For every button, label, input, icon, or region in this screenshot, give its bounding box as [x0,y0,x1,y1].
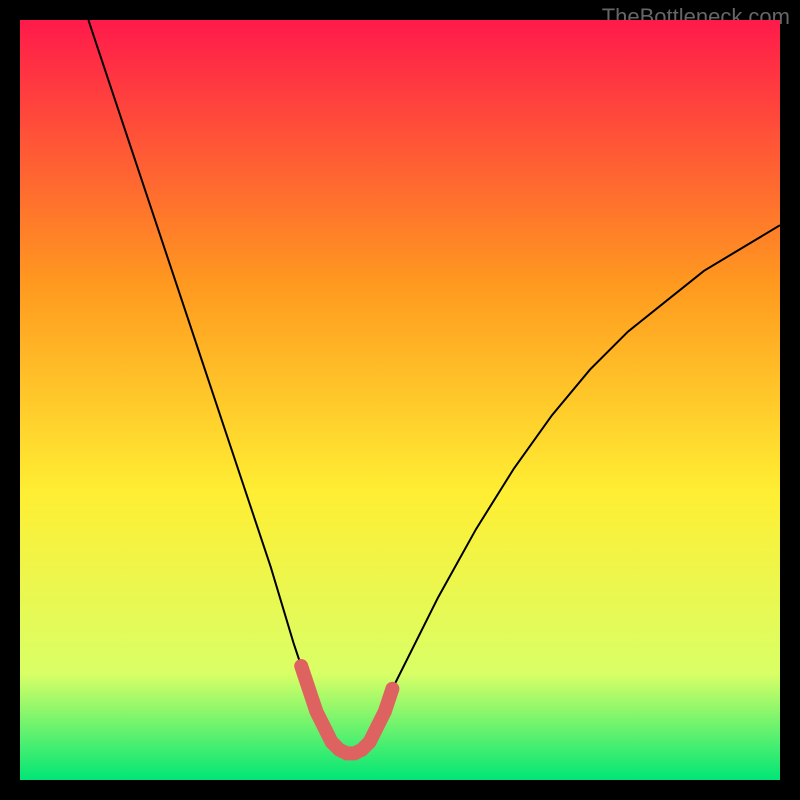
bottleneck-chart [20,20,780,780]
chart-plot-area [20,20,780,780]
gradient-background [20,20,780,780]
outer-frame: TheBottleneck.com [0,0,800,800]
